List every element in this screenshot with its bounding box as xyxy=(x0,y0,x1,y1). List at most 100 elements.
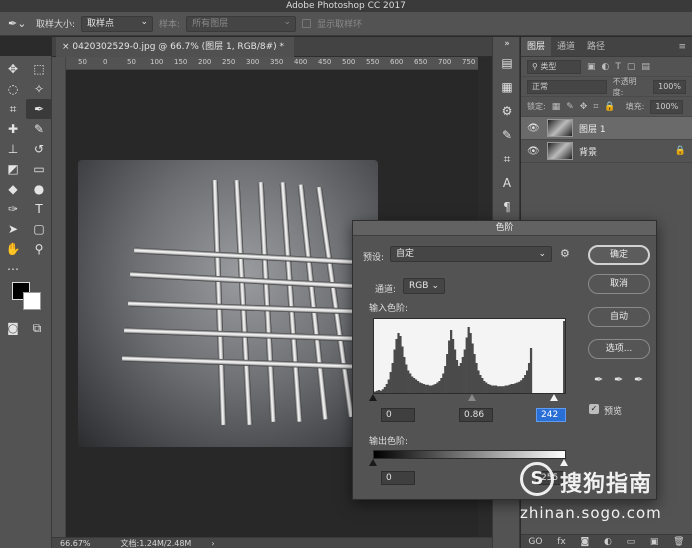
history-brush-tool-icon[interactable]: ↺ xyxy=(26,139,52,159)
ok-button[interactable]: 确定 xyxy=(588,245,650,265)
sample-size-select[interactable]: 取样点 xyxy=(81,15,154,32)
input-levels-label: 输入色阶: xyxy=(369,304,409,314)
crop-tool-icon[interactable]: ⌗ xyxy=(0,99,26,119)
histogram-bar xyxy=(442,373,445,393)
histogram-bar xyxy=(527,363,531,393)
character-icon[interactable]: A xyxy=(493,171,521,195)
filter-shape-icon[interactable]: ▢ xyxy=(627,62,636,72)
marquee-tool-icon[interactable]: ⬚ xyxy=(26,59,52,79)
layer-row[interactable]: 👁 图层 1 xyxy=(521,117,692,140)
histogram-bar xyxy=(409,373,412,393)
input-black-field[interactable]: 0 xyxy=(381,408,415,422)
lock-all-icon[interactable]: 🔒 xyxy=(604,102,615,112)
dodge-tool-icon[interactable]: ● xyxy=(26,179,52,199)
layer-filter-select[interactable]: ⚲ 类型 xyxy=(527,59,581,74)
panel-menu-icon[interactable]: ≡ xyxy=(672,37,692,56)
eyedropper-tool-icon[interactable]: ✒ xyxy=(26,99,52,119)
lock-pixels-icon[interactable]: ▦ xyxy=(552,102,561,112)
cancel-button[interactable]: 取消 xyxy=(588,274,650,294)
opacity-field[interactable]: 100% xyxy=(653,79,686,94)
input-black-slider[interactable] xyxy=(369,394,377,401)
rectangle-tool-icon[interactable]: ▢ xyxy=(26,219,52,239)
gray-point-eyedropper-icon[interactable]: ✒ xyxy=(614,373,623,386)
filter-pixel-icon[interactable]: ▣ xyxy=(587,62,596,72)
more-tools-icon[interactable]: ⋯ xyxy=(0,259,26,279)
stamp-tool-icon[interactable]: ⊥ xyxy=(0,139,26,159)
status-menu-arrow[interactable]: › xyxy=(211,539,214,548)
preview-checkbox[interactable]: ✓ xyxy=(589,404,599,414)
zoom-tool-icon[interactable]: ⚲ xyxy=(26,239,52,259)
background-color-swatch[interactable] xyxy=(23,292,41,310)
lock-paint-icon[interactable]: ✎ xyxy=(566,102,574,112)
path-selection-tool-icon[interactable]: ➤ xyxy=(0,219,26,239)
options-button[interactable]: 选项... xyxy=(588,339,650,359)
histogram-bar xyxy=(506,385,509,393)
move-tool-icon[interactable]: ✥ xyxy=(0,59,26,79)
tab-paths[interactable]: 路径 xyxy=(581,37,611,56)
history-icon[interactable]: ▤ xyxy=(493,51,521,75)
histogram-bar xyxy=(463,349,466,393)
blur-tool-icon[interactable]: ◆ xyxy=(0,179,26,199)
screen-mode-icon[interactable]: ⧉ xyxy=(28,318,46,338)
input-gamma-slider[interactable] xyxy=(468,394,476,401)
layer-row[interactable]: 👁 背景 🔒 xyxy=(521,140,692,163)
preset-select[interactable]: 自定 ⌄ xyxy=(390,246,552,262)
white-point-eyedropper-icon[interactable]: ✒ xyxy=(634,373,643,386)
blend-mode-select[interactable]: 正常 xyxy=(527,79,607,94)
input-gamma-field[interactable]: 0.86 xyxy=(459,408,493,422)
swatches-icon[interactable]: ▦ xyxy=(493,75,521,99)
quick-mask-icon[interactable]: ◙ xyxy=(4,318,22,338)
input-white-slider[interactable] xyxy=(550,394,558,401)
type-tool-icon[interactable]: T xyxy=(26,199,52,219)
hand-tool-icon[interactable]: ✋ xyxy=(0,239,26,259)
sample-select[interactable]: 所有图层 xyxy=(186,15,297,32)
crop-panel-icon[interactable]: ⌗ xyxy=(493,147,521,171)
lasso-tool-icon[interactable]: ◌ xyxy=(0,79,26,99)
histogram-bar xyxy=(438,381,441,393)
panel-tabs: 图层 通道 路径 ≡ xyxy=(521,37,692,57)
filter-type-icon[interactable]: T xyxy=(615,62,621,72)
brush-tool-icon[interactable]: ✎ xyxy=(26,119,52,139)
eraser-tool-icon[interactable]: ◩ xyxy=(0,159,26,179)
lock-artboard-icon[interactable]: ⌗ xyxy=(593,102,598,112)
histogram-bar xyxy=(399,336,402,393)
show-sampling-ring-label: 显示取样环 xyxy=(317,20,363,30)
zoom-level[interactable]: 66.67% xyxy=(60,539,91,548)
output-black-slider[interactable] xyxy=(369,459,377,466)
histogram-bar xyxy=(471,343,474,393)
lock-move-icon[interactable]: ✥ xyxy=(580,102,588,112)
collapse-panel-icon[interactable]: » xyxy=(493,37,521,51)
preset-options-gear-icon[interactable]: ⚙ xyxy=(560,247,570,260)
document-tab[interactable]: × 0420302529-0.jpg @ 66.7% (图层 1, RGB/8#… xyxy=(56,37,295,57)
document-image[interactable] xyxy=(78,160,378,447)
histogram-bar xyxy=(420,383,424,393)
filter-adjustment-icon[interactable]: ◐ xyxy=(602,62,610,72)
histogram-bar xyxy=(393,349,396,393)
adjustments-icon[interactable]: ⚙ xyxy=(493,99,521,123)
pen-tool-icon[interactable]: ✑ xyxy=(0,199,26,219)
output-black-field[interactable]: 0 xyxy=(381,471,415,485)
ruler-tick: 600 xyxy=(390,58,404,66)
tab-layers[interactable]: 图层 xyxy=(521,37,552,56)
filter-smart-icon[interactable]: ▤ xyxy=(641,62,650,72)
brush-settings-icon[interactable]: ✎ xyxy=(493,123,521,147)
auto-button[interactable]: 自动 xyxy=(588,307,650,327)
eye-icon[interactable]: 👁 xyxy=(527,146,541,157)
show-sampling-ring-checkbox[interactable] xyxy=(302,19,312,28)
black-point-eyedropper-icon[interactable]: ✒ xyxy=(594,373,603,386)
magic-wand-tool-icon[interactable]: ✧ xyxy=(26,79,52,99)
fill-field[interactable]: 100% xyxy=(650,99,684,114)
healing-brush-tool-icon[interactable]: ✚ xyxy=(0,119,26,139)
paragraph-icon[interactable]: ¶ xyxy=(493,195,521,219)
eye-icon[interactable]: 👁 xyxy=(527,123,541,134)
histogram-bar xyxy=(496,386,500,393)
eyedropper-tool-icon[interactable]: ✒⌄ xyxy=(8,16,30,32)
gradient-tool-icon[interactable]: ▭ xyxy=(26,159,52,179)
close-icon[interactable]: × xyxy=(62,42,70,52)
input-white-field[interactable]: 242 xyxy=(536,408,566,422)
channel-select[interactable]: RGB ⌄ xyxy=(403,278,445,294)
layer-thumbnail xyxy=(547,119,573,137)
tab-channels[interactable]: 通道 xyxy=(551,37,581,56)
histogram-bar xyxy=(457,366,461,393)
histogram-bar xyxy=(453,349,457,393)
